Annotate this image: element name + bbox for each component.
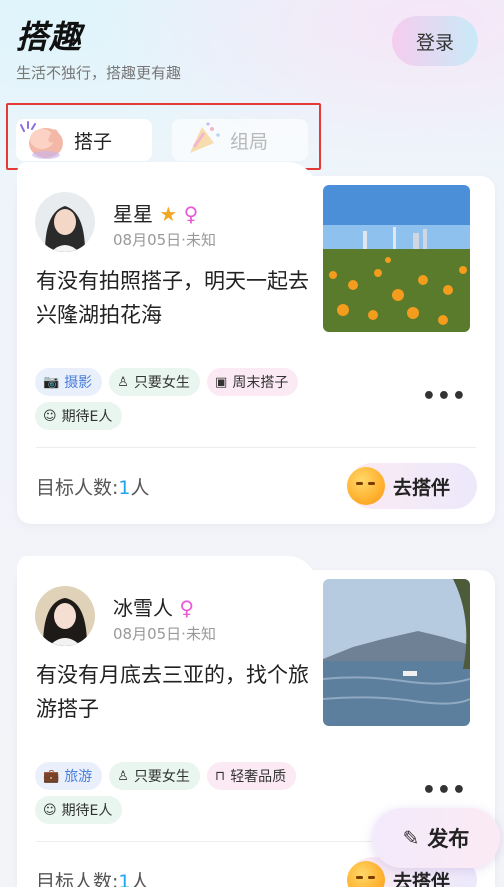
smile-icon: ☺ — [43, 408, 57, 424]
tag-item[interactable]: ☺ 期待E人 — [35, 796, 123, 824]
smile-icon: ☺ — [43, 802, 57, 818]
smiley-icon — [347, 861, 385, 887]
tab-dazi[interactable]: 搭子 — [16, 119, 152, 161]
app-title: 搭趣 — [16, 18, 83, 56]
tag-item[interactable]: 📷 摄影 — [35, 368, 103, 396]
tab-label: 搭子 — [74, 130, 113, 153]
login-button[interactable]: 登录 — [392, 16, 478, 66]
target-count: 目标人数:1人 — [36, 871, 150, 887]
calendar-icon: ▣ — [215, 374, 228, 390]
post-time: 08月05日·未知 — [113, 231, 216, 249]
pencil-icon: ✎ — [402, 826, 420, 850]
female-icon: ♀ — [179, 596, 195, 620]
tag-item[interactable]: 💼 旅游 — [35, 762, 103, 790]
tag-item[interactable]: ☺ 期待E人 — [35, 402, 123, 430]
waving-hand-icon — [16, 119, 72, 161]
publish-button[interactable]: ✎ 发布 — [372, 808, 500, 868]
tag-item[interactable]: ♙ 只要女生 — [109, 762, 200, 790]
post-time: 08月05日·未知 — [113, 625, 216, 643]
avatar — [35, 586, 95, 646]
post-photo[interactable] — [323, 579, 470, 726]
smiley-icon — [347, 467, 385, 505]
avatar — [35, 192, 95, 252]
post-text: 有没有月底去三亚的，找个旅游搭子 — [36, 663, 309, 721]
tag-list: 💼 旅游 ♙ 只要女生 ⊓ 轻奢品质 ☺ 期待E人 — [35, 762, 365, 830]
bag-icon: ⊓ — [215, 768, 226, 784]
star-icon: ★ — [159, 202, 178, 226]
username: 冰雪人 ♀ — [113, 596, 195, 620]
camera-icon: 📷 — [43, 374, 60, 390]
tab-bar: 搭子 组局 — [6, 103, 321, 170]
tag-item[interactable]: ▣ 周末搭子 — [207, 368, 299, 396]
tab-label: 组局 — [230, 130, 269, 153]
more-options-button[interactable]: ••• — [422, 778, 467, 803]
card-header-tab — [17, 556, 317, 586]
username: 星星 ★ ♀ — [113, 202, 199, 226]
more-options-button[interactable]: ••• — [422, 384, 467, 409]
tab-zuju[interactable]: 组局 — [172, 119, 308, 161]
post-card[interactable]: 星星 ★ ♀ 08月05日·未知 有没有拍照搭子，明天一起去兴隆湖拍花海 📷 摄影… — [17, 162, 495, 524]
post-photo[interactable] — [323, 185, 470, 332]
join-button[interactable]: 去搭伴 — [347, 463, 477, 509]
card-header-tab — [17, 162, 317, 192]
dress-icon: ♙ — [117, 768, 129, 784]
divider — [36, 447, 476, 448]
post-text: 有没有拍照搭子，明天一起去兴隆湖拍花海 — [36, 269, 309, 327]
suitcase-icon: 💼 — [43, 768, 60, 784]
header: 搭趣 生活不独行，搭趣更有趣 — [16, 12, 181, 83]
tag-list: 📷 摄影 ♙ 只要女生 ▣ 周末搭子 ☺ 期待E人 — [35, 368, 365, 436]
target-count: 目标人数:1人 — [36, 477, 150, 499]
female-icon: ♀ — [183, 202, 199, 226]
tag-item[interactable]: ♙ 只要女生 — [109, 368, 200, 396]
party-popper-icon — [172, 119, 228, 161]
app-subtitle: 生活不独行，搭趣更有趣 — [16, 64, 182, 82]
dress-icon: ♙ — [117, 374, 129, 390]
tag-item[interactable]: ⊓ 轻奢品质 — [207, 762, 297, 790]
